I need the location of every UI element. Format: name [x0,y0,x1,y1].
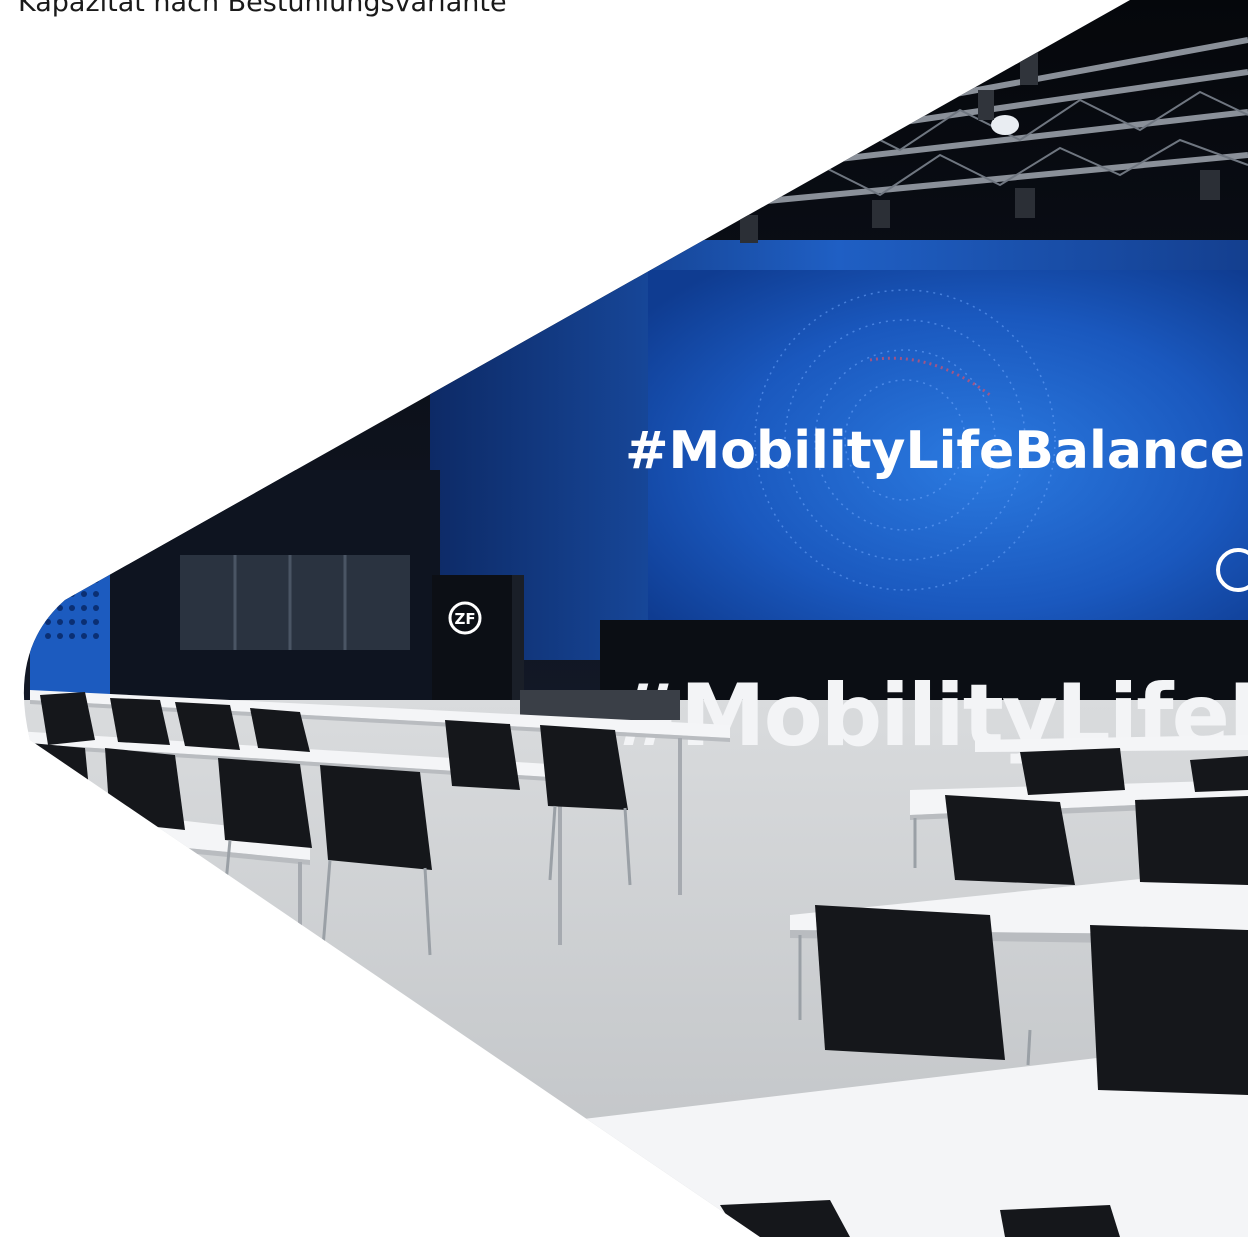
event-hall-photo: #MobilityLifeBalance ZF #MobilityLifeBal… [23,0,1248,1237]
slide: Kapazität nach Bestuhlungsvariante #Mobi… [0,0,1248,1237]
screen-hashtag: #MobilityLifeBalance [625,421,1245,481]
lectern-logo: ZF [454,610,475,628]
control-room-window [180,555,410,650]
stage-letters: #MobilityLifeBala [610,666,1248,766]
